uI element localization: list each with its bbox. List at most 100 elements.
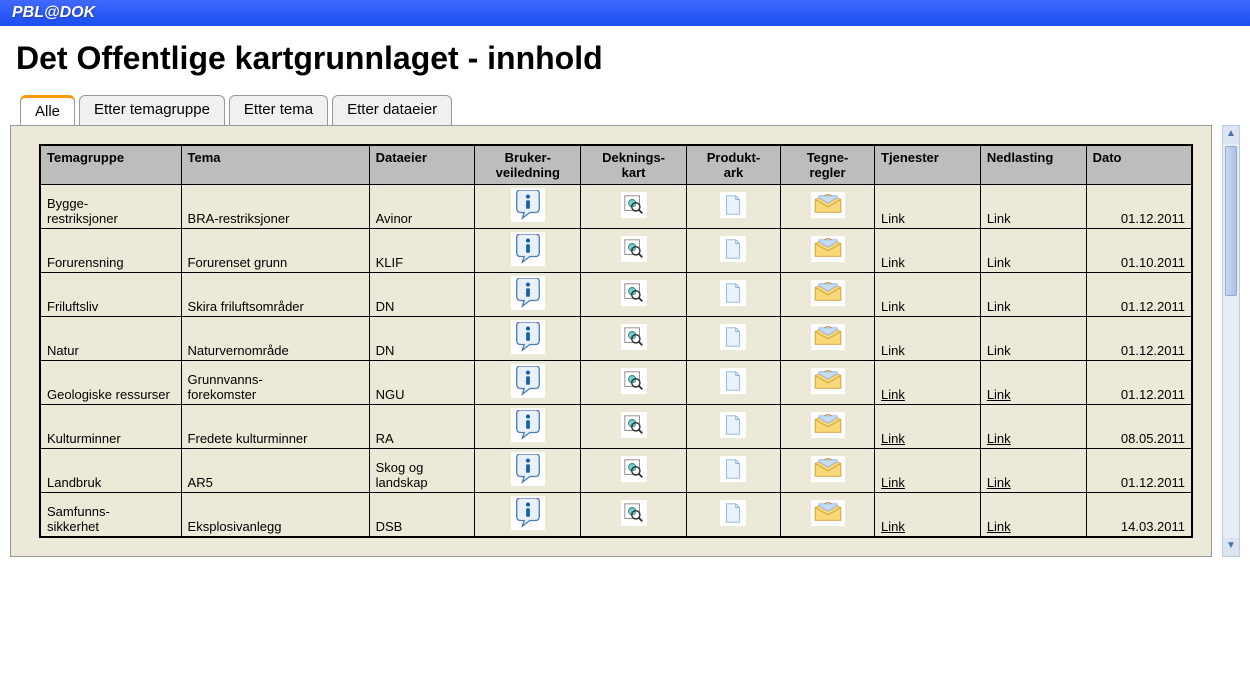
map-search-icon[interactable] — [621, 280, 647, 306]
tjenester-link: Link — [881, 475, 905, 490]
map-search-icon-cell[interactable] — [581, 317, 687, 361]
document-icon[interactable] — [720, 236, 746, 262]
tab-etter-dataeier[interactable]: Etter dataeier — [332, 95, 452, 125]
envelope-icon[interactable] — [811, 500, 845, 526]
document-icon-cell[interactable] — [686, 449, 780, 493]
map-search-icon-cell[interactable] — [581, 361, 687, 405]
document-icon[interactable] — [720, 456, 746, 482]
map-search-icon[interactable] — [621, 368, 647, 394]
map-search-icon-cell[interactable] — [581, 449, 687, 493]
cell-nedlasting[interactable]: Link — [980, 185, 1086, 229]
cell-tjenester[interactable]: Link — [875, 317, 981, 361]
document-icon[interactable] — [720, 280, 746, 306]
info-icon-cell[interactable] — [475, 229, 581, 273]
cell-tjenester[interactable]: Link — [875, 449, 981, 493]
info-icon[interactable] — [511, 452, 545, 486]
info-icon[interactable] — [511, 188, 545, 222]
nedlasting-link: Link — [987, 211, 1011, 226]
envelope-icon-cell[interactable] — [781, 361, 875, 405]
scroll-up-button[interactable]: ▲ — [1223, 126, 1239, 144]
document-icon-cell[interactable] — [686, 229, 780, 273]
document-icon-cell[interactable] — [686, 185, 780, 229]
info-icon-cell[interactable] — [475, 405, 581, 449]
map-search-icon[interactable] — [621, 412, 647, 438]
envelope-icon-cell[interactable] — [781, 185, 875, 229]
info-icon-cell[interactable] — [475, 317, 581, 361]
cell-temagruppe: Forurensning — [40, 229, 181, 273]
map-search-icon-cell[interactable] — [581, 405, 687, 449]
cell-nedlasting[interactable]: Link — [980, 229, 1086, 273]
cell-nedlasting[interactable]: Link — [980, 317, 1086, 361]
envelope-icon-cell[interactable] — [781, 493, 875, 537]
cell-tjenester[interactable]: Link — [875, 185, 981, 229]
info-icon-cell[interactable] — [475, 449, 581, 493]
document-icon-cell[interactable] — [686, 405, 780, 449]
scroll-thumb[interactable] — [1225, 146, 1237, 296]
info-icon[interactable] — [511, 408, 545, 442]
map-search-icon[interactable] — [621, 500, 647, 526]
map-search-icon[interactable] — [621, 192, 647, 218]
document-icon-cell[interactable] — [686, 361, 780, 405]
tab-etter-tema[interactable]: Etter tema — [229, 95, 328, 125]
map-search-icon[interactable] — [621, 456, 647, 482]
cell-nedlasting[interactable]: Link — [980, 273, 1086, 317]
cell-dato: 01.12.2011 — [1086, 361, 1192, 405]
envelope-icon[interactable] — [811, 280, 845, 306]
document-icon-cell[interactable] — [686, 493, 780, 537]
cell-nedlasting[interactable]: Link — [980, 493, 1086, 537]
info-icon[interactable] — [511, 496, 545, 530]
cell-tjenester[interactable]: Link — [875, 405, 981, 449]
cell-temagruppe: Natur — [40, 317, 181, 361]
cell-tjenester[interactable]: Link — [875, 493, 981, 537]
document-icon-cell[interactable] — [686, 273, 780, 317]
envelope-icon-cell[interactable] — [781, 317, 875, 361]
document-icon[interactable] — [720, 192, 746, 218]
cell-dato: 01.12.2011 — [1086, 449, 1192, 493]
tab-alle[interactable]: Alle — [20, 95, 75, 125]
document-icon[interactable] — [720, 324, 746, 350]
envelope-icon[interactable] — [811, 236, 845, 262]
envelope-icon-cell[interactable] — [781, 229, 875, 273]
cell-tjenester[interactable]: Link — [875, 361, 981, 405]
envelope-icon-cell[interactable] — [781, 405, 875, 449]
envelope-icon[interactable] — [811, 324, 845, 350]
map-search-icon-cell[interactable] — [581, 273, 687, 317]
cell-tjenester[interactable]: Link — [875, 229, 981, 273]
cell-tjenester[interactable]: Link — [875, 273, 981, 317]
map-search-icon[interactable] — [621, 236, 647, 262]
cell-nedlasting[interactable]: Link — [980, 405, 1086, 449]
info-icon-cell[interactable] — [475, 185, 581, 229]
map-search-icon-cell[interactable] — [581, 493, 687, 537]
envelope-icon[interactable] — [811, 192, 845, 218]
table-row: LandbrukAR5Skog oglandskapLinkLink01.12.… — [40, 449, 1192, 493]
cell-dataeier: DN — [369, 317, 475, 361]
tjenester-link: Link — [881, 255, 905, 270]
info-icon[interactable] — [511, 276, 545, 310]
document-icon[interactable] — [720, 368, 746, 394]
info-icon-cell[interactable] — [475, 361, 581, 405]
document-icon[interactable] — [720, 500, 746, 526]
envelope-icon[interactable] — [811, 412, 845, 438]
map-search-icon-cell[interactable] — [581, 229, 687, 273]
document-icon[interactable] — [720, 412, 746, 438]
table-row: ForurensningForurenset grunnKLIFLinkLink… — [40, 229, 1192, 273]
envelope-icon[interactable] — [811, 368, 845, 394]
cell-nedlasting[interactable]: Link — [980, 449, 1086, 493]
envelope-icon[interactable] — [811, 456, 845, 482]
info-icon[interactable] — [511, 232, 545, 266]
tab-etter-temagruppe[interactable]: Etter temagruppe — [79, 95, 225, 125]
info-icon-cell[interactable] — [475, 273, 581, 317]
nedlasting-link: Link — [987, 299, 1011, 314]
info-icon[interactable] — [511, 364, 545, 398]
envelope-icon-cell[interactable] — [781, 273, 875, 317]
scroll-down-button[interactable]: ▼ — [1223, 538, 1239, 556]
map-search-icon-cell[interactable] — [581, 185, 687, 229]
cell-nedlasting[interactable]: Link — [980, 361, 1086, 405]
info-icon-cell[interactable] — [475, 493, 581, 537]
info-icon[interactable] — [511, 320, 545, 354]
envelope-icon-cell[interactable] — [781, 449, 875, 493]
col-tema: Tema — [181, 145, 369, 185]
vertical-scrollbar[interactable]: ▲ ▼ — [1222, 125, 1240, 557]
document-icon-cell[interactable] — [686, 317, 780, 361]
map-search-icon[interactable] — [621, 324, 647, 350]
